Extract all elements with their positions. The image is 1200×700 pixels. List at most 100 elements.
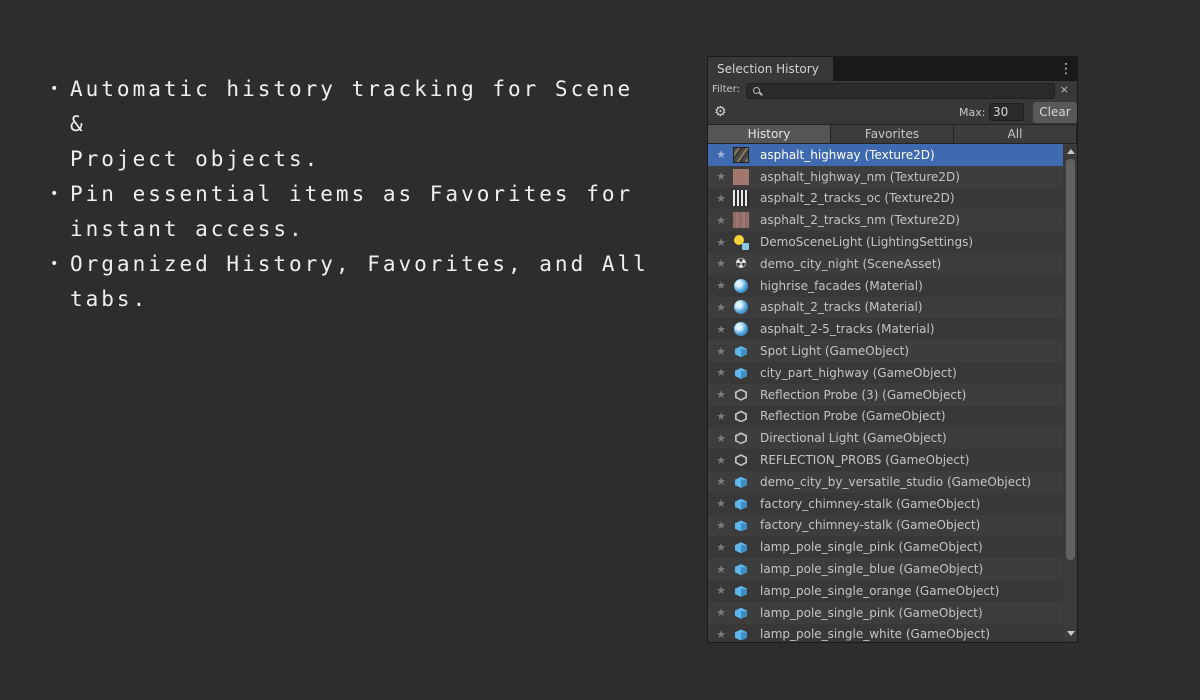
favorite-star-icon[interactable]: ★ bbox=[713, 279, 729, 292]
max-label: Max: bbox=[959, 106, 986, 119]
list-item[interactable]: ★ Directional Light (GameObject) bbox=[708, 427, 1063, 450]
gameobject-outline-icon bbox=[732, 429, 750, 447]
gear-icon[interactable]: ⚙ bbox=[714, 105, 728, 119]
favorite-star-icon[interactable]: ★ bbox=[713, 497, 729, 510]
list-item-label: asphalt_highway (Texture2D) bbox=[760, 147, 935, 162]
prefab-cube-icon bbox=[732, 364, 750, 382]
favorite-star-icon[interactable]: ★ bbox=[713, 563, 729, 576]
filter-input[interactable] bbox=[746, 83, 1055, 99]
favorite-star-icon[interactable]: ★ bbox=[713, 301, 729, 314]
favorite-star-icon[interactable]: ★ bbox=[713, 236, 729, 249]
feature-item: • Automatic history tracking for Scene &… bbox=[50, 72, 650, 177]
list-item[interactable]: ★ lamp_pole_single_pink (GameObject) bbox=[708, 536, 1063, 558]
feature-item: • Pin essential items as Favorites for in… bbox=[50, 177, 650, 247]
selection-history-window: Selection History ⋮ Filter: × ⚙ Max: 30 … bbox=[707, 56, 1078, 643]
view-tabs: History Favorites All bbox=[708, 124, 1077, 144]
list-item-label: asphalt_2_tracks_nm (Texture2D) bbox=[760, 213, 960, 228]
scroll-down-icon[interactable] bbox=[1067, 631, 1075, 636]
prefab-cube-icon bbox=[732, 625, 750, 641]
clear-filter-icon[interactable]: × bbox=[1060, 83, 1069, 96]
favorite-star-icon[interactable]: ★ bbox=[713, 388, 729, 401]
prefab-cube-icon bbox=[732, 582, 750, 600]
list-item[interactable]: ★ asphalt_2_tracks (Material) bbox=[708, 296, 1063, 319]
list-item-label: Spot Light (GameObject) bbox=[760, 344, 910, 359]
list-item[interactable]: ★ Reflection Probe (GameObject) bbox=[708, 406, 1063, 428]
favorite-star-icon[interactable]: ★ bbox=[713, 148, 729, 161]
favorite-star-icon[interactable]: ★ bbox=[713, 541, 729, 554]
feature-text: Organized History, Favorites, and All tab… bbox=[70, 252, 649, 311]
list-item[interactable]: ★ asphalt_2_tracks_oc (Texture2D) bbox=[708, 188, 1063, 210]
list-item[interactable]: ★ asphalt_highway (Texture2D) bbox=[708, 144, 1063, 166]
list-item[interactable]: ★ DemoSceneLight (LightingSettings) bbox=[708, 231, 1063, 253]
list-item[interactable]: ★ REFLECTION_PROBS (GameObject) bbox=[708, 449, 1063, 471]
favorite-star-icon[interactable]: ★ bbox=[713, 170, 729, 183]
list-item-label: demo_city_night (SceneAsset) bbox=[760, 256, 942, 271]
feature-text: Automatic history tracking for Scene & Pr… bbox=[70, 77, 634, 171]
list-item[interactable]: ★ demo_city_by_versatile_studio (GameObje… bbox=[708, 471, 1063, 493]
bullet-icon: • bbox=[50, 256, 59, 272]
list-item[interactable]: ★ lamp_pole_single_orange (GameObject) bbox=[708, 580, 1063, 602]
scrollbar-thumb[interactable] bbox=[1066, 159, 1075, 560]
texture-pink-striped-icon bbox=[732, 211, 750, 229]
favorite-star-icon[interactable]: ★ bbox=[713, 454, 729, 467]
list-item[interactable]: ★ lamp_pole_single_blue (GameObject) bbox=[708, 558, 1063, 580]
prefab-cube-icon bbox=[732, 495, 750, 513]
tab-favorites[interactable]: Favorites bbox=[831, 124, 954, 144]
favorite-star-icon[interactable]: ★ bbox=[713, 323, 729, 336]
favorite-star-icon[interactable]: ★ bbox=[713, 519, 729, 532]
list-item[interactable]: ★ lamp_pole_single_pink (GameObject) bbox=[708, 601, 1063, 624]
prefab-cube-icon bbox=[732, 538, 750, 556]
window-tab-selection-history[interactable]: Selection History bbox=[708, 57, 834, 81]
lighting-settings-icon bbox=[732, 233, 750, 251]
search-icon bbox=[753, 87, 760, 94]
list-item[interactable]: ★ Spot Light (GameObject) bbox=[708, 340, 1063, 362]
prefab-cube-icon bbox=[732, 560, 750, 578]
favorite-star-icon[interactable]: ★ bbox=[713, 345, 729, 358]
list-item[interactable]: ★ ☢ demo_city_night (SceneAsset) bbox=[708, 253, 1063, 275]
texture-road-icon bbox=[732, 146, 750, 164]
tab-all[interactable]: All bbox=[954, 124, 1077, 144]
favorite-star-icon[interactable]: ★ bbox=[713, 410, 729, 423]
window-tab-bar: Selection History ⋮ bbox=[708, 57, 1077, 81]
material-sphere-icon bbox=[732, 298, 750, 316]
tab-history[interactable]: History bbox=[708, 124, 831, 144]
bullet-icon: • bbox=[50, 81, 59, 97]
list-item[interactable]: ★ factory_chimney-stalk (GameObject) bbox=[708, 514, 1063, 537]
list-item-label: lamp_pole_single_white (GameObject) bbox=[760, 627, 991, 641]
material-sphere-icon bbox=[732, 277, 750, 295]
favorite-star-icon[interactable]: ★ bbox=[713, 584, 729, 597]
favorite-star-icon[interactable]: ★ bbox=[713, 366, 729, 379]
favorite-star-icon[interactable]: ★ bbox=[713, 628, 729, 641]
max-input[interactable]: 30 bbox=[989, 103, 1024, 121]
favorite-star-icon[interactable]: ★ bbox=[713, 192, 729, 205]
prefab-cube-icon bbox=[732, 342, 750, 360]
scroll-up-icon[interactable] bbox=[1067, 149, 1075, 154]
list-item[interactable]: ★ highrise_facades (Material) bbox=[708, 275, 1063, 297]
list-item[interactable]: ★ Reflection Probe (3) (GameObject) bbox=[708, 383, 1063, 406]
favorite-star-icon[interactable]: ★ bbox=[713, 475, 729, 488]
list-item-label: Reflection Probe (GameObject) bbox=[760, 409, 946, 424]
favorite-star-icon[interactable]: ★ bbox=[713, 214, 729, 227]
list-item-label: Directional Light (GameObject) bbox=[760, 431, 947, 446]
list-item[interactable]: ★ city_part_highway (GameObject) bbox=[708, 362, 1063, 384]
favorite-star-icon[interactable]: ★ bbox=[713, 606, 729, 619]
history-list: ★ lamp_pole_single_white (GameObject) ★ lam… bbox=[708, 144, 1077, 641]
list-item-label: lamp_pole_single_pink (GameObject) bbox=[760, 605, 983, 620]
favorite-star-icon[interactable]: ★ bbox=[713, 257, 729, 270]
list-item-label: factory_chimney-stalk (GameObject) bbox=[760, 496, 981, 511]
favorite-star-icon[interactable]: ★ bbox=[713, 432, 729, 445]
list-item[interactable]: ★ asphalt_highway_nm (Texture2D) bbox=[708, 165, 1063, 188]
vertical-scrollbar[interactable] bbox=[1064, 144, 1077, 641]
list-item[interactable]: ★ asphalt_2-5_tracks (Material) bbox=[708, 318, 1063, 340]
list-item-label: REFLECTION_PROBS (GameObject) bbox=[760, 453, 970, 468]
list-item-label: factory_chimney-stalk (GameObject) bbox=[760, 518, 981, 533]
prefab-cube-icon bbox=[732, 516, 750, 534]
kebab-menu-icon[interactable]: ⋮ bbox=[1059, 59, 1073, 79]
list-item-label: asphalt_2-5_tracks (Material) bbox=[760, 322, 935, 337]
list-item[interactable]: ★ lamp_pole_single_white (GameObject) bbox=[708, 624, 1063, 641]
prefab-cube-icon bbox=[732, 604, 750, 622]
clear-button[interactable]: Clear bbox=[1033, 102, 1077, 123]
gameobject-outline-icon bbox=[732, 386, 750, 404]
list-item[interactable]: ★ factory_chimney-stalk (GameObject) bbox=[708, 493, 1063, 515]
list-item[interactable]: ★ asphalt_2_tracks_nm (Texture2D) bbox=[708, 209, 1063, 232]
